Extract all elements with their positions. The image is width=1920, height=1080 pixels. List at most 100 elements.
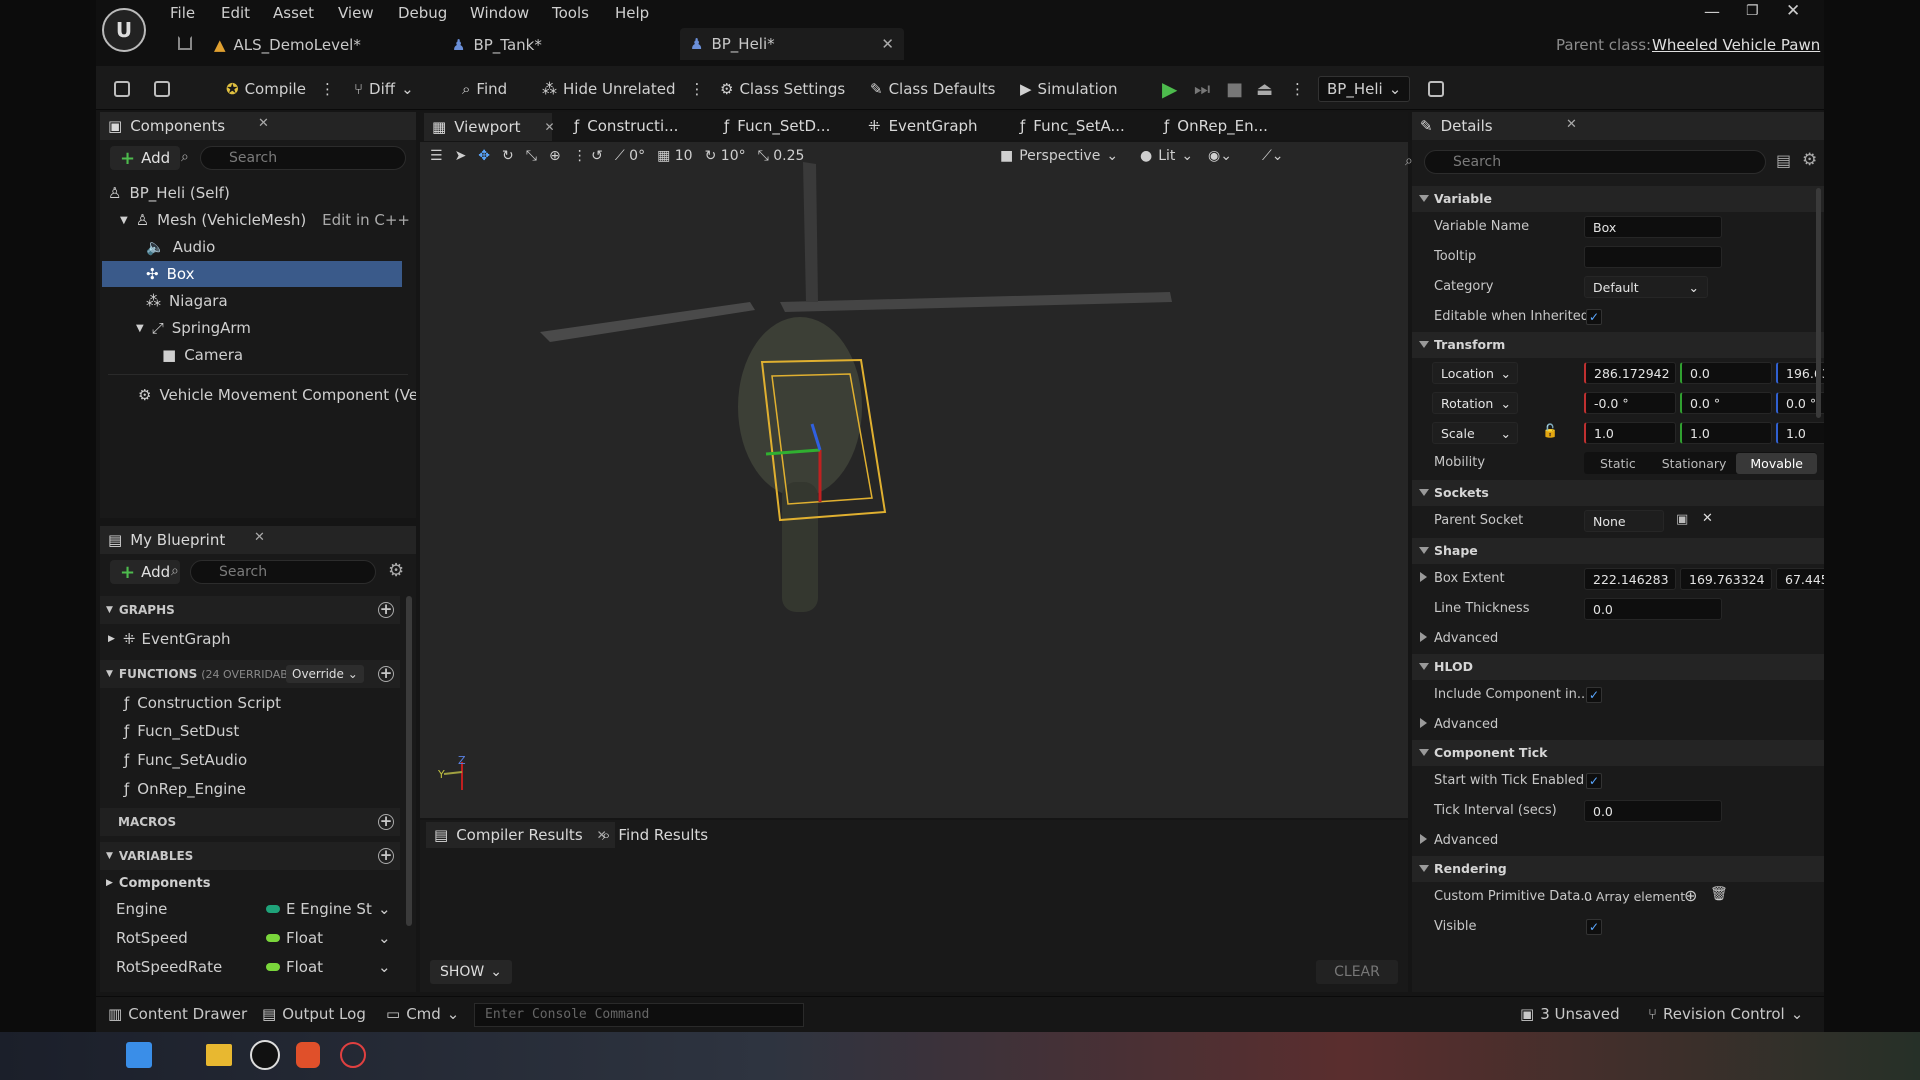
transform-section[interactable]: Transform: [1412, 332, 1824, 358]
tree-item-box[interactable]: ✣ Box: [146, 261, 194, 287]
scale-dropdown[interactable]: Scale ⌄: [1432, 422, 1518, 444]
mobility-stationary[interactable]: Stationary: [1652, 453, 1737, 474]
graphs-section[interactable]: ▼ GRAPHS +: [100, 596, 400, 624]
category-dropdown[interactable]: Default ⌄: [1584, 276, 1708, 298]
tree-item-camera[interactable]: ■ Camera: [162, 342, 243, 368]
file-explorer-icon[interactable]: [206, 1044, 232, 1066]
include-component-checkbox[interactable]: ✓: [1586, 687, 1602, 703]
variable-item-rotspeed[interactable]: RotSpeed Float ⌄: [116, 925, 406, 951]
graph-item-eventgraph[interactable]: ▶ ⁜ EventGraph: [108, 626, 398, 652]
close-icon[interactable]: ✕: [881, 35, 894, 53]
close-window-icon[interactable]: ✕: [1786, 1, 1800, 21]
rotation-dropdown[interactable]: Rotation ⌄: [1432, 392, 1518, 414]
hlod-advanced-row[interactable]: Advanced: [1412, 710, 1824, 740]
functions-section[interactable]: ▼ FUNCTIONS (24 OVERRIDABLI Override ⌄ +: [100, 660, 400, 688]
component-tick-section[interactable]: Component Tick: [1412, 740, 1824, 766]
variable-section[interactable]: Variable: [1412, 186, 1824, 212]
menu-debug[interactable]: Debug: [398, 4, 447, 22]
add-component-button[interactable]: + Add: [110, 146, 181, 170]
variable-item-rotspeedrate[interactable]: RotSpeedRate Float ⌄: [116, 954, 406, 980]
add-variable-icon[interactable]: +: [378, 848, 394, 864]
line-thickness-field[interactable]: 0.0: [1584, 598, 1722, 620]
gear-icon[interactable]: ⚙: [1802, 150, 1817, 170]
brave-icon[interactable]: [296, 1042, 320, 1068]
menu-window[interactable]: Window: [470, 4, 529, 22]
parent-class-link[interactable]: Wheeled Vehicle Pawn: [1652, 36, 1820, 54]
tooltip-field[interactable]: [1584, 246, 1722, 268]
function-item[interactable]: ƒ Construction Script: [124, 690, 414, 716]
sockets-section[interactable]: Sockets: [1412, 480, 1824, 506]
add-member-button[interactable]: + Add: [110, 560, 181, 584]
menu-asset[interactable]: Asset: [273, 4, 314, 22]
shape-section[interactable]: Shape: [1412, 538, 1824, 564]
save-icon[interactable]: [114, 76, 130, 102]
box-extent-x-field[interactable]: 222.146283: [1584, 568, 1676, 590]
restore-icon[interactable]: ❐: [1746, 3, 1759, 19]
debug-find-icon[interactable]: [1428, 76, 1444, 102]
add-graph-icon[interactable]: +: [378, 602, 394, 618]
parent-socket-field[interactable]: None: [1584, 510, 1664, 532]
menu-help[interactable]: Help: [615, 4, 649, 22]
doc-tab-bp-tank[interactable]: ♟ BP_Tank*: [452, 30, 542, 60]
play-icon[interactable]: ▶: [1162, 76, 1177, 102]
tick-advanced-row[interactable]: Advanced: [1412, 826, 1824, 856]
eject-icon[interactable]: ⏏: [1256, 76, 1273, 102]
scale-z-field[interactable]: 1.0: [1776, 422, 1824, 444]
rendering-section[interactable]: Rendering: [1412, 856, 1824, 882]
revision-control-button[interactable]: ⑂ Revision Control ⌄: [1648, 1005, 1803, 1023]
more-icon[interactable]: ⋮: [690, 80, 705, 98]
scale-y-field[interactable]: 1.0: [1680, 422, 1772, 444]
location-x-field[interactable]: 286.172942: [1584, 362, 1676, 384]
rotation-x-field[interactable]: -0.0 °: [1584, 392, 1676, 414]
override-dropdown[interactable]: Override ⌄: [286, 665, 364, 683]
home-icon[interactable]: [178, 36, 192, 50]
close-icon[interactable]: ✕: [258, 116, 269, 131]
components-tab[interactable]: ▣ Components: [108, 113, 225, 139]
trash-icon[interactable]: 🗑: [1710, 886, 1728, 902]
doc-tab-level[interactable]: ▲ ALS_DemoLevel*: [214, 30, 361, 60]
lock-icon[interactable]: 🔓: [1542, 424, 1558, 439]
tab-eventgraph[interactable]: ⁜ EventGraph: [868, 113, 978, 139]
components-search-input[interactable]: Search ⌕: [181, 146, 406, 170]
tree-item-self[interactable]: ♙ BP_Heli (Self): [108, 180, 230, 206]
tab-fucn-setdust[interactable]: ƒ Fucn_SetD...: [724, 113, 830, 139]
variables-section[interactable]: ▼ VARIABLES +: [100, 842, 400, 870]
content-drawer-button[interactable]: ▥ Content Drawer: [108, 1005, 247, 1023]
editable-when-inherited-checkbox[interactable]: ✓: [1586, 309, 1602, 325]
tab-onrep-engine[interactable]: ƒ OnRep_En...: [1164, 113, 1268, 139]
step-icon[interactable]: ⏭: [1194, 76, 1210, 102]
details-scrollbar[interactable]: [1816, 188, 1821, 418]
diff-button[interactable]: ⑂ Diff ⌄: [354, 76, 414, 102]
clear-button[interactable]: CLEAR: [1316, 960, 1398, 984]
menu-tools[interactable]: Tools: [552, 4, 589, 22]
cmd-dropdown[interactable]: ▭ Cmd ⌄: [386, 1005, 459, 1023]
output-log-button[interactable]: ▤ Output Log: [262, 1005, 366, 1023]
close-icon[interactable]: ✕: [545, 120, 555, 134]
menu-view[interactable]: View: [338, 4, 374, 22]
chevron-down-icon[interactable]: ⌄: [378, 900, 391, 918]
more-icon[interactable]: ⋮: [320, 80, 335, 98]
console-input[interactable]: Enter Console Command: [474, 1003, 804, 1027]
table-view-icon[interactable]: ▤: [1776, 151, 1791, 170]
visible-checkbox[interactable]: ✓: [1586, 919, 1602, 935]
macros-section[interactable]: MACROS +: [100, 808, 400, 836]
start-icon[interactable]: [126, 1042, 152, 1068]
unreal-logo[interactable]: U: [102, 8, 146, 52]
scale-x-field[interactable]: 1.0: [1584, 422, 1676, 444]
tree-item-audio[interactable]: 🔈 Audio: [146, 234, 215, 260]
tick-interval-field[interactable]: 0.0: [1584, 800, 1722, 822]
tick-enabled-checkbox[interactable]: ✓: [1586, 773, 1602, 789]
tree-item-springarm[interactable]: ▼ ⤢ SpringArm: [136, 315, 251, 341]
browse-icon[interactable]: [154, 76, 170, 102]
function-item[interactable]: ƒ Fucn_SetDust: [124, 718, 414, 744]
minimize-icon[interactable]: —: [1704, 2, 1720, 21]
box-extent-z-field[interactable]: 67.445145: [1776, 568, 1824, 590]
close-icon[interactable]: ✕: [254, 530, 265, 545]
function-item[interactable]: ƒ Func_SetAudio: [124, 747, 414, 773]
details-tab[interactable]: ✎ Details: [1420, 113, 1493, 139]
class-defaults-button[interactable]: ✎ Class Defaults: [870, 76, 995, 102]
gear-icon[interactable]: ⚙: [388, 560, 404, 581]
hide-unrelated-button[interactable]: ⁂ Hide Unrelated ⋮: [542, 76, 705, 102]
add-macro-icon[interactable]: +: [378, 814, 394, 830]
mobility-movable[interactable]: Movable: [1736, 452, 1817, 474]
